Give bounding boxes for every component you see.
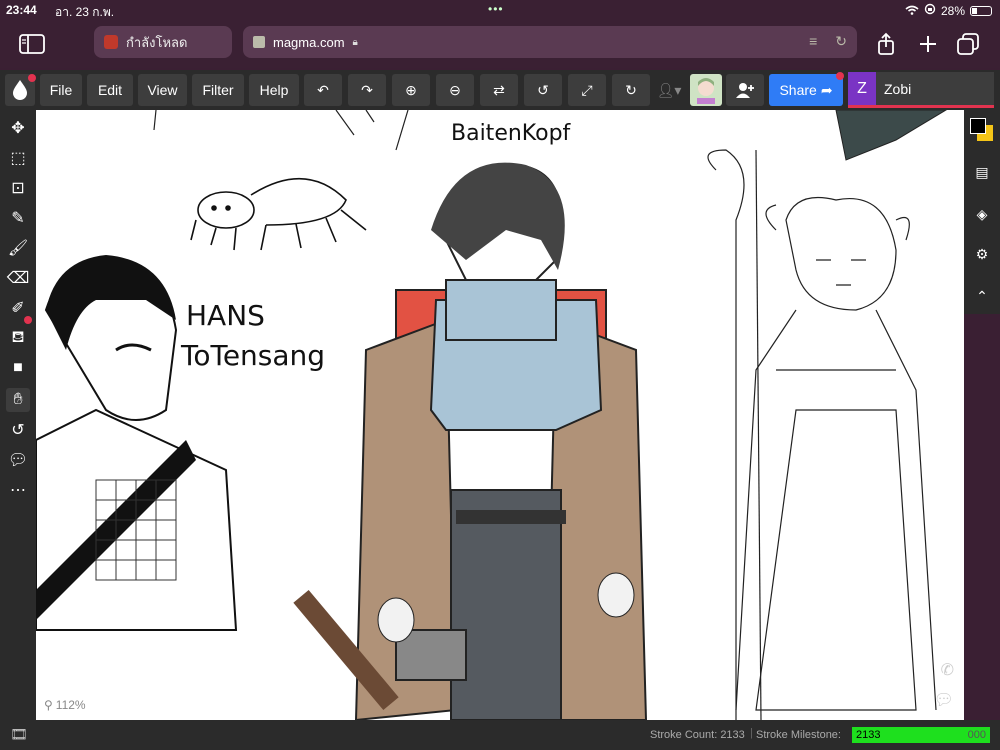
- battery-icon: [970, 5, 992, 16]
- zoom-value: 112%: [55, 698, 86, 712]
- battery-percent: 28%: [940, 3, 965, 18]
- zoom-out-icon[interactable]: ⊖: [436, 74, 474, 106]
- layers-icon[interactable]: ◈: [972, 204, 992, 224]
- move-tool-icon[interactable]: ✥: [6, 116, 30, 140]
- sidebar-toggle-icon[interactable]: [18, 30, 46, 58]
- milestone-value: 2133: [856, 729, 881, 741]
- stroke-milestone-bar: 2133 000: [852, 727, 990, 743]
- rotate-right-icon[interactable]: ↻: [612, 74, 650, 106]
- address-bar[interactable]: magma.com 🔒︎ ≡ ↻: [243, 26, 857, 58]
- settings-icon[interactable]: ⚙: [972, 244, 992, 264]
- share-label: Share: [779, 82, 817, 98]
- eyedropper-tool-icon[interactable]: ✎: [6, 206, 30, 230]
- menu-file[interactable]: File: [40, 74, 82, 106]
- avatar[interactable]: [690, 74, 722, 106]
- lock-icon: 🔒︎: [352, 36, 358, 48]
- milestone-target: 000: [967, 729, 986, 741]
- rotation-lock-icon: [924, 3, 936, 18]
- logo-notification-dot: [28, 74, 36, 82]
- menu-edit[interactable]: Edit: [87, 74, 133, 106]
- app-toolbar: File Edit View Filter Help ↶ ↷ ⊕ ⊖ ⇄ ↺ ⤢…: [0, 70, 1000, 110]
- wifi-icon: [905, 4, 919, 18]
- add-user-icon[interactable]: [726, 74, 764, 106]
- redo-icon[interactable]: ↷: [348, 74, 386, 106]
- zoom-indicator[interactable]: ⚲ 112%: [44, 698, 86, 712]
- stroke-count: Stroke Count: 2133: [650, 729, 745, 741]
- user-badge[interactable]: Z Zobi: [848, 72, 994, 108]
- drawing-canvas[interactable]: BaitenKopf HANS ToTensang ⚲ 112% ✆ 💬︎: [36, 110, 964, 720]
- rotate-view-tool-icon[interactable]: ↺: [6, 418, 30, 442]
- paint-bucket-tool-icon[interactable]: ⛾: [6, 326, 30, 350]
- name-hans: HANS: [186, 299, 265, 332]
- share-arrow-icon: ➦: [820, 81, 833, 98]
- bug-doodle: [190, 177, 367, 251]
- status-right: 28%: [905, 3, 992, 18]
- baitenkopf-painting: [293, 162, 648, 720]
- tool-palette: ✥ ⬚ ⊡ ✎ 🖌︎ ⌫ ✐ ⛾ ■ ✋︎ ↺ 💬︎ ⋯: [0, 110, 36, 720]
- site-favicon-icon: [253, 36, 265, 48]
- hand-tool-icon[interactable]: ✋︎: [6, 388, 30, 412]
- zoom-search-icon: ⚲: [44, 698, 53, 712]
- undo-icon[interactable]: ↶: [304, 74, 342, 106]
- title-baitenkopf: BaitenKopf: [451, 121, 572, 146]
- voice-call-icon[interactable]: ✆: [941, 660, 954, 680]
- eraser-tool-icon[interactable]: ⌫: [6, 266, 30, 290]
- share-button[interactable]: Share ➦: [769, 74, 843, 106]
- zoom-in-icon[interactable]: ⊕: [392, 74, 430, 106]
- stroke-milestone-label: Stroke Milestone:: [756, 729, 841, 741]
- bottom-bar: 🎞︎ Stroke Count: 2133 | Stroke Milestone…: [0, 720, 1000, 750]
- tab-favicon-icon: [104, 35, 118, 49]
- tab-overview-icon[interactable]: [954, 30, 982, 58]
- more-tools-icon[interactable]: ⋯: [6, 478, 30, 502]
- new-tab-icon[interactable]: [914, 30, 942, 58]
- shape-tool-icon[interactable]: ■: [6, 356, 30, 380]
- tool-notification-dot: [24, 316, 32, 324]
- url-text: magma.com: [273, 34, 345, 50]
- comment-tool-icon[interactable]: 💬︎: [6, 448, 30, 472]
- reader-mode-icon[interactable]: ≡: [809, 33, 817, 50]
- selection-tool-icon[interactable]: ⬚: [6, 146, 30, 170]
- artwork: BaitenKopf HANS ToTensang: [36, 110, 947, 720]
- user-name: Zobi: [884, 80, 912, 97]
- menu-help[interactable]: Help: [249, 74, 299, 106]
- primary-color-swatch[interactable]: [970, 118, 986, 134]
- brush-tool-icon[interactable]: 🖌︎: [6, 236, 30, 260]
- share-sheet-icon[interactable]: [872, 30, 900, 58]
- transform-tool-icon[interactable]: ⊡: [6, 176, 30, 200]
- user-initial: Z: [848, 72, 876, 105]
- chat-icon[interactable]: 💬︎: [934, 690, 954, 710]
- share-notification-dot: [836, 72, 844, 80]
- brush-settings-icon[interactable]: ▤: [972, 162, 992, 182]
- status-bar: 23:44 อา. 23 ก.พ. ••• 28%: [0, 0, 1000, 20]
- horned-girl-sketch: [707, 149, 937, 720]
- name-totensang: ToTensang: [180, 339, 325, 372]
- user-list-icon[interactable]: 👤︎▾: [652, 74, 686, 106]
- menu-view[interactable]: View: [138, 74, 187, 106]
- browser-tab[interactable]: กำลังโหลด: [94, 26, 232, 58]
- multitask-dots-icon[interactable]: •••: [488, 2, 504, 16]
- browser-bar: กำลังโหลด magma.com 🔒︎ ≡ ↻: [0, 20, 1000, 68]
- rotate-left-icon[interactable]: ↺: [524, 74, 562, 106]
- right-panel: ▤ ◈ ⚙ ⌃: [964, 110, 1000, 314]
- tab-title: กำลังโหลด: [126, 34, 188, 50]
- menu-filter[interactable]: Filter: [192, 74, 244, 106]
- flip-icon[interactable]: ⇄: [480, 74, 518, 106]
- status-time: 23:44: [6, 3, 37, 17]
- reload-icon[interactable]: ↻: [835, 33, 847, 50]
- collapse-panel-icon[interactable]: ⌃: [972, 286, 992, 306]
- fullscreen-icon[interactable]: ⤢: [568, 74, 606, 106]
- filmstrip-icon[interactable]: 🎞︎: [10, 726, 28, 743]
- footer-divider: |: [750, 727, 753, 739]
